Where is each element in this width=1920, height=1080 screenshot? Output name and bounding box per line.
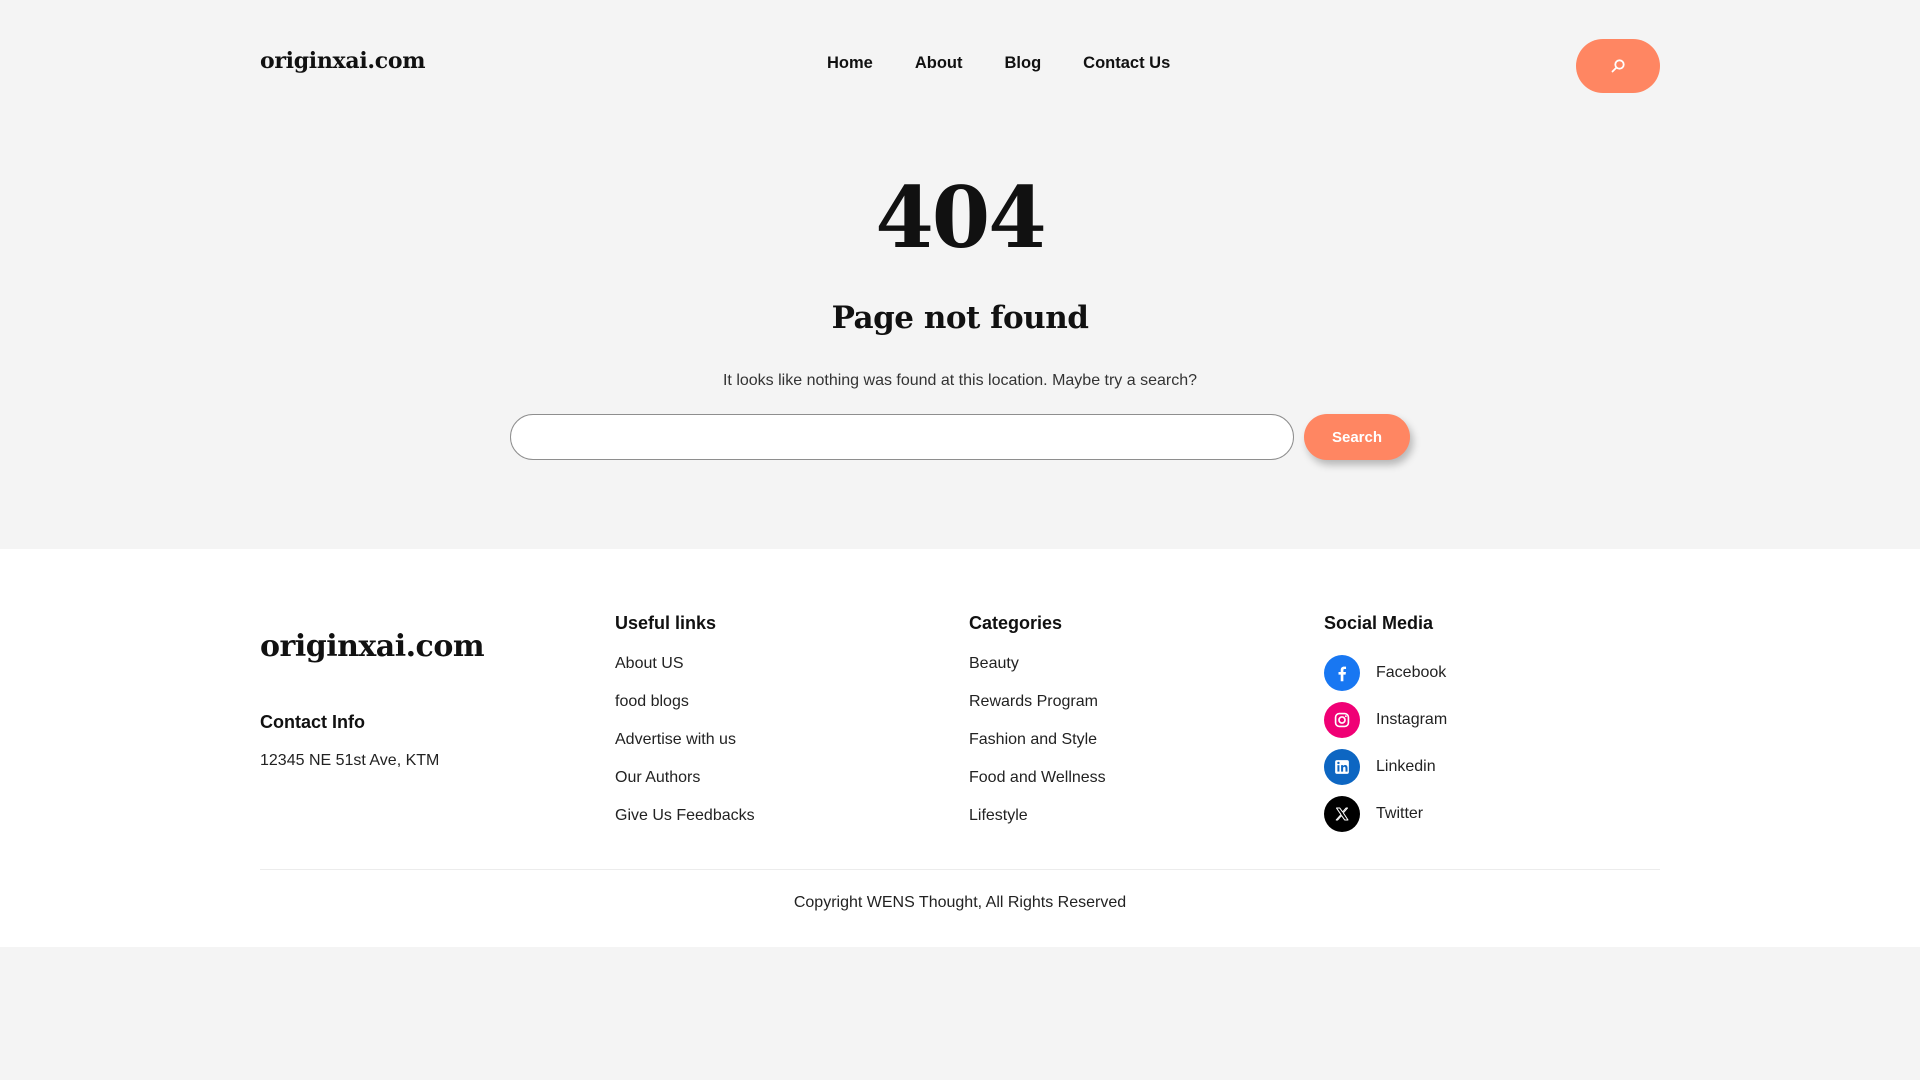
search-icon [1611, 59, 1625, 73]
main-nav: Home About Blog Contact Us [827, 54, 1170, 73]
social-media-list: Facebook Instagram Linkedin Twitter [1324, 649, 1447, 837]
category-label[interactable]: Rewards Program [969, 693, 1098, 710]
footer-logo[interactable]: originxai.com [260, 629, 485, 664]
footer-divider [260, 869, 1660, 870]
category-label[interactable]: Beauty [969, 655, 1019, 672]
useful-link-label[interactable]: food blogs [615, 693, 689, 710]
contact-info-heading: Contact Info [260, 712, 365, 732]
social-label[interactable]: Instagram [1376, 711, 1447, 729]
useful-link-advertise[interactable]: Advertise with us [615, 729, 755, 767]
useful-link-food-blogs[interactable]: food blogs [615, 691, 755, 729]
header-search-button[interactable] [1576, 39, 1660, 93]
error-message: It looks like nothing was found at this … [722, 372, 1198, 389]
useful-links-list: About US food blogs Advertise with us Ou… [615, 653, 755, 843]
x-twitter-icon[interactable] [1324, 795, 1360, 832]
social-item-instagram[interactable]: Instagram [1324, 696, 1447, 743]
social-label[interactable]: Facebook [1376, 664, 1446, 682]
useful-link-label[interactable]: Give Us Feedbacks [615, 807, 755, 824]
nav-item-blog[interactable]: Blog [1005, 54, 1042, 73]
search-button[interactable]: Search [1304, 414, 1410, 460]
useful-link-label[interactable]: Advertise with us [615, 731, 736, 748]
error-code: 404 [875, 168, 1046, 267]
category-label[interactable]: Food and Wellness [969, 769, 1106, 786]
category-lifestyle[interactable]: Lifestyle [969, 805, 1106, 843]
useful-link-feedbacks[interactable]: Give Us Feedbacks [615, 805, 755, 843]
category-beauty[interactable]: Beauty [969, 653, 1106, 691]
social-label[interactable]: Linkedin [1376, 758, 1436, 776]
search-form: Search [510, 414, 1410, 460]
useful-links-heading: Useful links [615, 613, 717, 633]
social-item-linkedin[interactable]: Linkedin [1324, 743, 1447, 790]
category-rewards-program[interactable]: Rewards Program [969, 691, 1106, 729]
linkedin-icon[interactable] [1324, 748, 1360, 785]
categories-list: Beauty Rewards Program Fashion and Style… [969, 653, 1106, 843]
contact-address: 12345 NE 51st Ave, KTM [260, 752, 440, 769]
nav-item-about[interactable]: About [915, 54, 963, 73]
useful-link-about-us[interactable]: About US [615, 653, 755, 691]
nav-item-contact-us[interactable]: Contact Us [1083, 54, 1170, 73]
social-label[interactable]: Twitter [1376, 805, 1423, 823]
categories-heading: Categories [969, 613, 1063, 633]
page-title: Page not found [831, 300, 1089, 336]
category-food-and-wellness[interactable]: Food and Wellness [969, 767, 1106, 805]
useful-link-label[interactable]: About US [615, 655, 683, 672]
useful-link-our-authors[interactable]: Our Authors [615, 767, 755, 805]
useful-link-label[interactable]: Our Authors [615, 769, 700, 786]
social-item-twitter[interactable]: Twitter [1324, 790, 1447, 837]
nav-item-home[interactable]: Home [827, 54, 873, 73]
social-media-heading: Social Media [1324, 613, 1434, 633]
search-input[interactable] [510, 414, 1294, 460]
category-label[interactable]: Lifestyle [969, 807, 1028, 824]
facebook-icon[interactable] [1324, 654, 1360, 691]
site-logo[interactable]: originxai.com [260, 48, 426, 74]
site-header: originxai.com Home About Blog Contact Us [0, 0, 1920, 132]
category-label[interactable]: Fashion and Style [969, 731, 1097, 748]
site-footer: originxai.com Contact Info 12345 NE 51st… [0, 549, 1920, 947]
copyright-text: Copyright WENS Thought, All Rights Reser… [793, 894, 1127, 911]
social-item-facebook[interactable]: Facebook [1324, 649, 1447, 696]
category-fashion-and-style[interactable]: Fashion and Style [969, 729, 1106, 767]
instagram-icon[interactable] [1324, 701, 1360, 738]
